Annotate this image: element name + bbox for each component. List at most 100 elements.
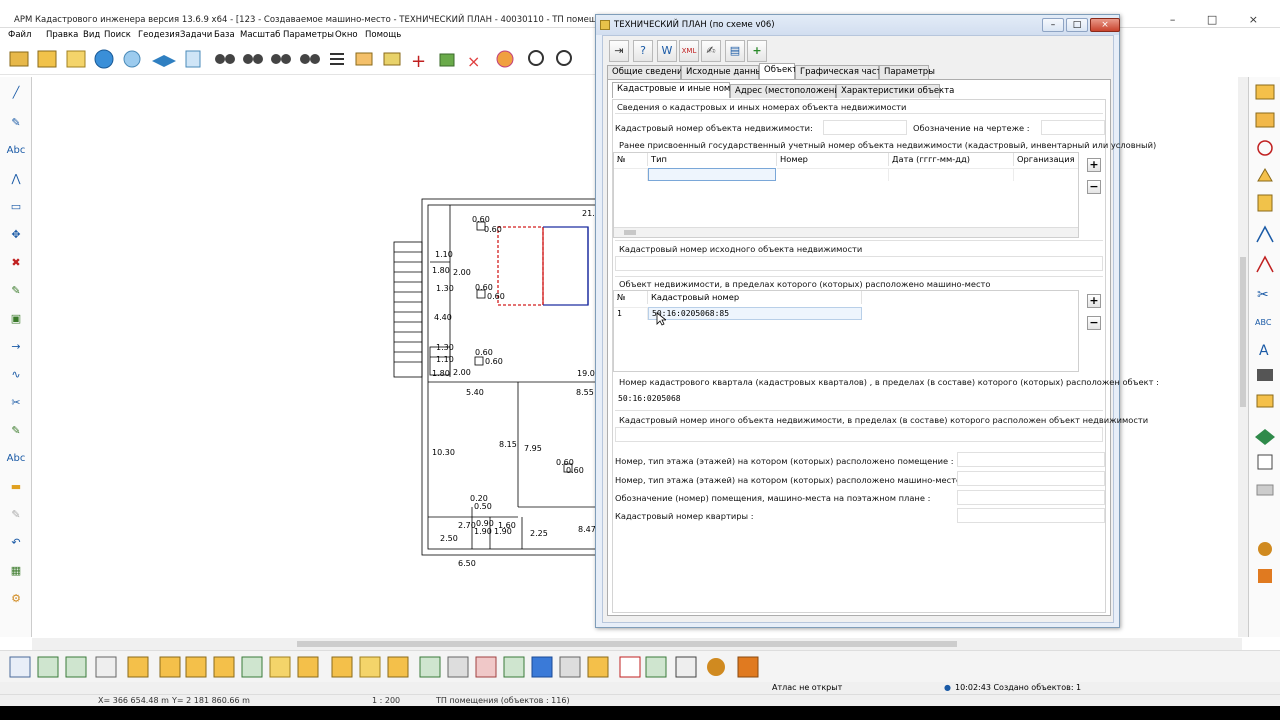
vertical-scrollbar[interactable] (1238, 77, 1248, 637)
app-window-buttons[interactable]: – □ × (1170, 13, 1272, 26)
xml-doc-icon[interactable]: XML (679, 40, 699, 62)
table-hscroll-thumb[interactable] (624, 230, 636, 235)
image-icon[interactable]: ▦ (5, 561, 27, 581)
drawing-designation-input[interactable] (1041, 120, 1105, 135)
source-object-input[interactable] (615, 256, 1103, 271)
right-toolbar-icons[interactable]: ✂ ABC A (1249, 77, 1280, 637)
col-cadastral-number[interactable]: Кадастровый номер (648, 291, 862, 304)
edit-pencil-icon[interactable]: ✎ (5, 113, 27, 133)
other-object-label: Кадастровый номер иного объекта недвижим… (619, 415, 1149, 425)
tab-source-data[interactable]: Исходные данные (681, 65, 767, 79)
egrn-xml-icon (213, 656, 235, 678)
table-cell[interactable] (777, 168, 889, 181)
tab-params[interactable]: Параметры (879, 65, 935, 79)
horizontal-scroll-thumb[interactable] (297, 641, 957, 647)
menu-search[interactable]: Поиск (104, 30, 131, 40)
drawing-canvas[interactable]: 0.60 0.60 21.8 1.10 1.80 2.00 0.60 0.60 … (32, 77, 597, 637)
rectangle-icon[interactable]: ▭ (5, 197, 27, 217)
text-tool-icon[interactable]: Abc (5, 141, 27, 161)
menu-edit[interactable]: Правка (46, 30, 78, 40)
pencil-gray-icon (1256, 484, 1274, 496)
scissors-icon[interactable]: ✂ (5, 393, 27, 413)
polyline-icon[interactable]: ⋀ (5, 169, 27, 189)
add-prev-number-button[interactable]: + (1087, 158, 1101, 172)
remove-parent-object-button[interactable]: − (1087, 316, 1101, 330)
kpt-w-icon (185, 656, 207, 678)
col-num[interactable]: № (614, 291, 648, 304)
close-button[interactable]: × (1090, 18, 1120, 32)
subtab-cadastral-numbers[interactable]: Кадастровые и иные номера (612, 82, 746, 98)
col-num[interactable]: № (614, 153, 648, 166)
dim-label: 4.40 (434, 313, 452, 322)
measure-icon[interactable]: ✎ (5, 505, 27, 525)
undo-icon[interactable]: ↶ (5, 533, 27, 553)
col-number[interactable]: Номер (777, 153, 889, 166)
menu-geodesy[interactable]: Геодезия (138, 30, 180, 40)
delete-object-icon[interactable]: ✖ (5, 253, 27, 273)
row-cadastral-number[interactable]: 50:16:0205068:85 (648, 307, 862, 320)
table-cell[interactable] (614, 168, 648, 181)
maximize-button[interactable]: □ (1066, 18, 1088, 32)
menu-file[interactable]: Файл (8, 30, 31, 40)
col-organization[interactable]: Организация (1014, 153, 1078, 166)
dialog-titlebar[interactable]: ТЕХНИЧЕСКИЙ ПЛАН (по схеме v06) – □ × (596, 15, 1120, 35)
menu-tasks[interactable]: Задачи (180, 30, 212, 40)
col-type[interactable]: Тип (648, 153, 777, 166)
ruler-icon[interactable]: ▬ (5, 477, 27, 497)
exit-icon (1258, 569, 1272, 583)
menu-params[interactable]: Параметры (283, 30, 334, 40)
table-cell[interactable] (1014, 168, 1078, 181)
col-date[interactable]: Дата (гггг-мм-дд) (889, 153, 1014, 166)
document-list-icon[interactable]: ▤ (725, 40, 745, 62)
parent-objects-header: Объект недвижимости, в пределах которого… (619, 279, 991, 289)
subtab-characteristics[interactable]: Характеристики объекта (836, 84, 954, 98)
move-icon[interactable]: ✥ (5, 225, 27, 245)
horizontal-scrollbar[interactable] (32, 638, 1242, 650)
table-hscroll[interactable] (614, 227, 1078, 237)
floor-room-input[interactable] (957, 452, 1105, 467)
text-style-icon[interactable]: Abc (5, 449, 27, 469)
signature-icon[interactable]: ✍ (701, 40, 721, 62)
menu-view[interactable]: Вид (83, 30, 100, 40)
word-doc-icon[interactable]: W (657, 40, 677, 62)
compass-icon (1257, 194, 1273, 212)
pencil-green-icon[interactable]: ✎ (5, 281, 27, 301)
tab-graphics[interactable]: Графическая часть (795, 65, 887, 79)
subtab-address[interactable]: Адрес (местоположение) (730, 84, 848, 98)
curve-icon[interactable]: ∿ (5, 365, 27, 385)
settings-gear-icon[interactable]: ⚙ (5, 589, 27, 609)
bottom-toolbar-icons[interactable] (0, 651, 780, 683)
quarter-value[interactable]: 50:16:0205068 (615, 392, 1103, 407)
floor-parking-input[interactable] (957, 471, 1105, 486)
designation-plan-input[interactable] (957, 490, 1105, 505)
menu-base[interactable]: База (214, 30, 235, 40)
exit-door-icon[interactable]: ⇥ (609, 40, 629, 62)
pencil-edit-icon[interactable]: ✎ (5, 421, 27, 441)
menu-scale[interactable]: Масштаб (240, 30, 280, 40)
arrow-line-icon[interactable]: → (5, 337, 27, 357)
help-question-icon[interactable]: ? (633, 40, 653, 62)
tab-general[interactable]: Общие сведения (607, 65, 688, 79)
parent-objects-table[interactable]: № Кадастровый номер 1 50:16:0205068:85 (613, 290, 1079, 372)
remove-prev-number-button[interactable]: − (1087, 180, 1101, 194)
vertical-scroll-thumb[interactable] (1240, 257, 1246, 407)
table-cell[interactable] (889, 168, 1014, 181)
tab-object[interactable]: Объект (759, 63, 797, 79)
row-num[interactable]: 1 (614, 307, 648, 320)
measure-angle-icon (1256, 225, 1274, 243)
menu-window[interactable]: Окно (335, 30, 358, 40)
apartment-input[interactable] (957, 508, 1105, 523)
draw-line-icon[interactable]: ╱ (5, 83, 27, 103)
other-object-input[interactable] (615, 427, 1103, 442)
dim-label: 1.80 (432, 266, 450, 275)
menu-help[interactable]: Помощь (365, 30, 401, 40)
top-toolbar-icons[interactable]: + × (0, 43, 600, 75)
cadastral-number-input[interactable] (823, 120, 907, 135)
floor-plan-drawing[interactable]: 0.60 0.60 21.8 1.10 1.80 2.00 0.60 0.60 … (32, 77, 597, 637)
prev-numbers-table[interactable]: № Тип Номер Дата (гггг-мм-дд) Организаци… (613, 152, 1079, 238)
edit-area-icon[interactable]: ▣ (5, 309, 27, 329)
minimize-button[interactable]: – (1042, 18, 1064, 32)
add-parent-object-button[interactable]: + (1087, 294, 1101, 308)
add-document-icon[interactable]: + (747, 40, 767, 62)
table-cell-selected[interactable] (648, 168, 776, 181)
